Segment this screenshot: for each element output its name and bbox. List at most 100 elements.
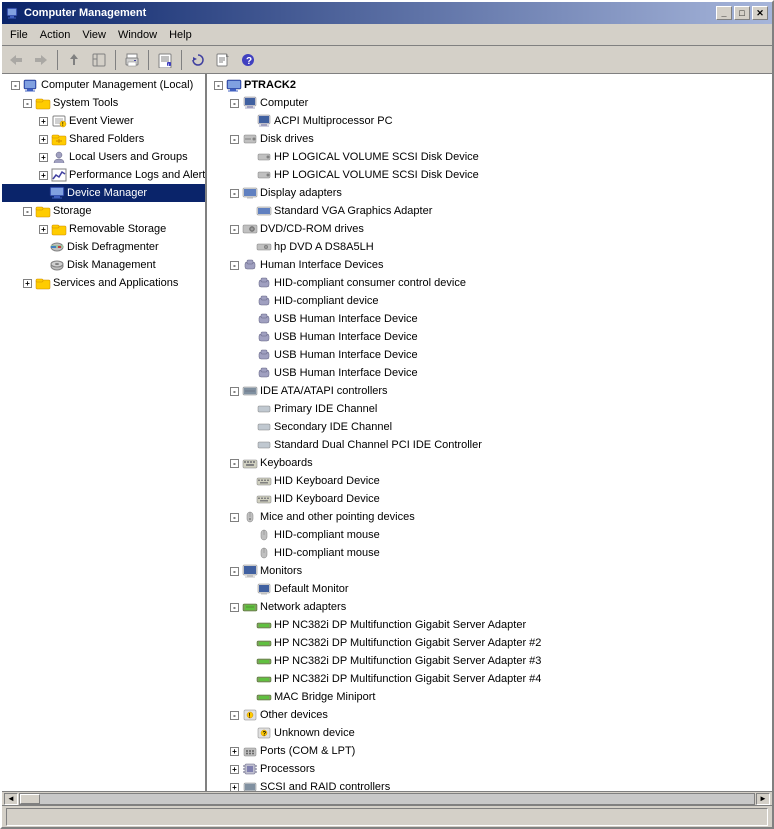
- tree-item-dvd-cd[interactable]: - DVD/CD-ROM drives: [207, 220, 772, 238]
- tree-item-disk-defrag[interactable]: Disk Defragmenter: [2, 238, 205, 256]
- tree-item-other-dev[interactable]: - ! Other devices: [207, 706, 772, 724]
- tree-item-nc382-2[interactable]: HP NC382i DP Multifunction Gigabit Serve…: [207, 634, 772, 652]
- expand-display-adapt[interactable]: -: [230, 189, 239, 198]
- expand-svc-apps[interactable]: +: [23, 279, 32, 288]
- status-panel: [6, 808, 768, 826]
- forward-button[interactable]: [29, 49, 53, 71]
- tree-item-ptrack2[interactable]: - PTRACK2: [207, 76, 772, 94]
- up-button[interactable]: [62, 49, 86, 71]
- expand-net-adapt[interactable]: -: [230, 603, 239, 612]
- scroll-thumb[interactable]: [20, 794, 40, 804]
- tree-item-processors[interactable]: + Processors: [207, 760, 772, 778]
- tree-item-usb-hid2[interactable]: USB Human Interface Device: [207, 328, 772, 346]
- tree-item-ide-ctrl[interactable]: - IDE ATA/ATAPI controllers: [207, 382, 772, 400]
- expand-ide-ctrl[interactable]: -: [230, 387, 239, 396]
- tree-item-storage[interactable]: - Storage: [2, 202, 205, 220]
- tree-item-monitors[interactable]: - Monitors: [207, 562, 772, 580]
- tree-item-cm-local[interactable]: - Computer Management (Local): [2, 76, 205, 94]
- tree-item-secondary-ide[interactable]: Secondary IDE Channel: [207, 418, 772, 436]
- tree-item-usb-hid3[interactable]: USB Human Interface Device: [207, 346, 772, 364]
- label-hid-consumer: HID-compliant consumer control device: [274, 277, 466, 289]
- tree-item-hp-logical2[interactable]: HP LOGICAL VOLUME SCSI Disk Device: [207, 166, 772, 184]
- expand-event-viewer[interactable]: +: [39, 117, 48, 126]
- expand-processors[interactable]: +: [230, 765, 239, 774]
- tree-item-mac-bridge[interactable]: MAC Bridge Miniport: [207, 688, 772, 706]
- expand-monitors[interactable]: -: [230, 567, 239, 576]
- tree-item-hp-logical1[interactable]: HP LOGICAL VOLUME SCSI Disk Device: [207, 148, 772, 166]
- help-button[interactable]: ?: [236, 49, 260, 71]
- back-button[interactable]: [4, 49, 28, 71]
- tree-item-nc382-3[interactable]: HP NC382i DP Multifunction Gigabit Serve…: [207, 652, 772, 670]
- expand-shared-folders[interactable]: +: [39, 135, 48, 144]
- tree-item-nc382-1[interactable]: HP NC382i DP Multifunction Gigabit Serve…: [207, 616, 772, 634]
- tree-item-sys-tools[interactable]: - System Tools: [2, 94, 205, 112]
- expand-mice[interactable]: -: [230, 513, 239, 522]
- show-tree-button[interactable]: [87, 49, 111, 71]
- tree-item-hid-consumer[interactable]: HID-compliant consumer control device: [207, 274, 772, 292]
- horizontal-scrollbar[interactable]: ◄ ►: [2, 791, 772, 805]
- tree-item-hid-mouse1[interactable]: HID-compliant mouse: [207, 526, 772, 544]
- expand-local-users[interactable]: +: [39, 153, 48, 162]
- maximize-button[interactable]: □: [734, 6, 750, 20]
- tree-item-local-users[interactable]: + Local Users and Groups: [2, 148, 205, 166]
- tree-item-primary-ide[interactable]: Primary IDE Channel: [207, 400, 772, 418]
- tree-item-acpi[interactable]: ACPI Multiprocessor PC: [207, 112, 772, 130]
- menu-view[interactable]: View: [76, 24, 112, 45]
- expand-cm-local[interactable]: -: [11, 81, 20, 90]
- tree-item-default-monitor[interactable]: Default Monitor: [207, 580, 772, 598]
- tree-item-net-adapt[interactable]: - Network adapters: [207, 598, 772, 616]
- expand-computer[interactable]: -: [230, 99, 239, 108]
- menu-window[interactable]: Window: [112, 24, 163, 45]
- tree-item-scsi-raid[interactable]: + SCSI and RAID controllers: [207, 778, 772, 791]
- expand-hid-devices[interactable]: -: [230, 261, 239, 270]
- properties-button[interactable]: i: [153, 49, 177, 71]
- menu-action[interactable]: Action: [34, 24, 77, 45]
- expand-removable[interactable]: +: [39, 225, 48, 234]
- refresh-button[interactable]: [186, 49, 210, 71]
- export-button[interactable]: [211, 49, 235, 71]
- minimize-button[interactable]: _: [716, 6, 732, 20]
- tree-item-unknown-dev[interactable]: ? Unknown device: [207, 724, 772, 742]
- tree-item-device-mgr[interactable]: Device Manager: [2, 184, 205, 202]
- tree-item-hid-devices[interactable]: - Human Interface Devices: [207, 256, 772, 274]
- label-usb-hid4: USB Human Interface Device: [274, 367, 418, 379]
- tree-item-nc382-4[interactable]: HP NC382i DP Multifunction Gigabit Serve…: [207, 670, 772, 688]
- tree-item-shared-folders[interactable]: + Shared Folders: [2, 130, 205, 148]
- expand-sys-tools[interactable]: -: [23, 99, 32, 108]
- expand-ports[interactable]: +: [230, 747, 239, 756]
- menu-file[interactable]: File: [4, 24, 34, 45]
- expand-ptrack2[interactable]: -: [214, 81, 223, 90]
- tree-item-hid-kbd2[interactable]: HID Keyboard Device: [207, 490, 772, 508]
- tree-item-perf-logs[interactable]: + Performance Logs and Alerts: [2, 166, 205, 184]
- tree-item-removable[interactable]: + Removable Storage: [2, 220, 205, 238]
- tree-item-hid-mouse2[interactable]: HID-compliant mouse: [207, 544, 772, 562]
- tree-item-display-adapt[interactable]: - Display adapters: [207, 184, 772, 202]
- tree-item-computer[interactable]: - Computer: [207, 94, 772, 112]
- tree-item-std-vga[interactable]: Standard VGA Graphics Adapter: [207, 202, 772, 220]
- expand-perf-logs[interactable]: +: [39, 171, 48, 180]
- label-processors: Processors: [260, 763, 315, 775]
- close-button[interactable]: ✕: [752, 6, 768, 20]
- print-button[interactable]: [120, 49, 144, 71]
- tree-item-disk-mgmt[interactable]: Disk Management: [2, 256, 205, 274]
- expand-dvd-cd[interactable]: -: [230, 225, 239, 234]
- tree-item-disk-drives[interactable]: - Disk drives: [207, 130, 772, 148]
- scroll-track[interactable]: [19, 793, 755, 805]
- tree-item-hid-device[interactable]: HID-compliant device: [207, 292, 772, 310]
- tree-item-hp-dvd[interactable]: hp DVD A DS8A5LH: [207, 238, 772, 256]
- tree-item-std-dual[interactable]: Standard Dual Channel PCI IDE Controller: [207, 436, 772, 454]
- tree-item-keyboards[interactable]: - Keyboards: [207, 454, 772, 472]
- expand-other-dev[interactable]: -: [230, 711, 239, 720]
- tree-item-usb-hid4[interactable]: USB Human Interface Device: [207, 364, 772, 382]
- tree-item-ports[interactable]: + Ports (COM & LPT): [207, 742, 772, 760]
- tree-item-event-viewer[interactable]: + ! Event Viewer: [2, 112, 205, 130]
- tree-item-hid-kbd1[interactable]: HID Keyboard Device: [207, 472, 772, 490]
- tree-item-svc-apps[interactable]: + Services and Applications: [2, 274, 205, 292]
- expand-scsi-raid[interactable]: +: [230, 783, 239, 792]
- expand-disk-drives[interactable]: -: [230, 135, 239, 144]
- tree-item-usb-hid1[interactable]: USB Human Interface Device: [207, 310, 772, 328]
- tree-item-mice[interactable]: - Mice and other pointing devices: [207, 508, 772, 526]
- menu-help[interactable]: Help: [163, 24, 198, 45]
- expand-storage[interactable]: -: [23, 207, 32, 216]
- expand-keyboards[interactable]: -: [230, 459, 239, 468]
